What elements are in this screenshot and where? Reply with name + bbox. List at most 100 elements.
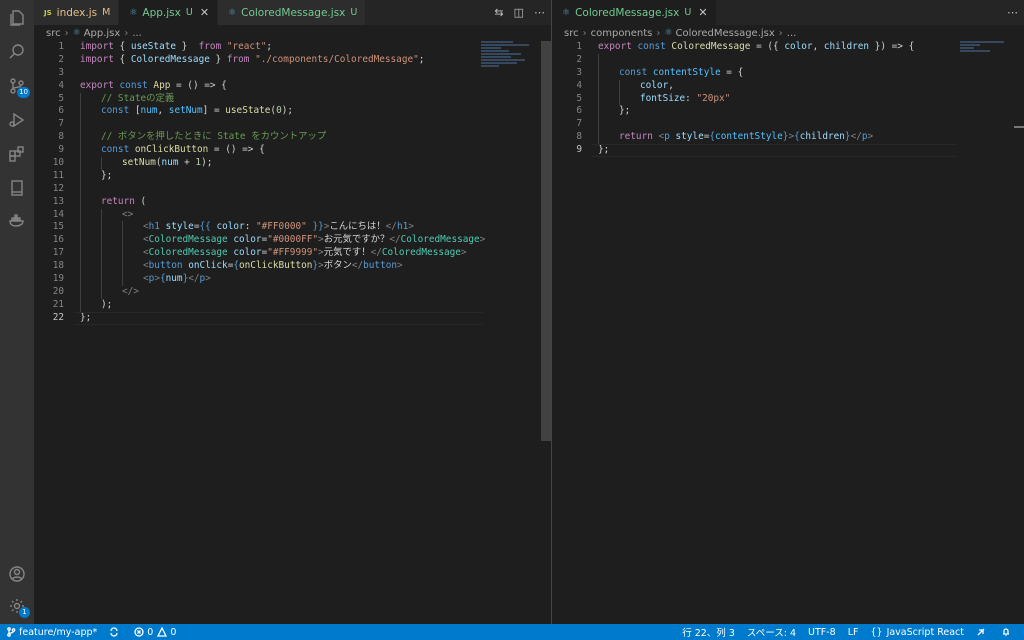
code-token: <p>{num}</p> [143, 273, 211, 286]
code-line: 3 [34, 67, 551, 80]
tab-colored-message-jsx[interactable]: ⚛ ColoredMessage.jsx U [218, 0, 367, 25]
code-token: export [598, 41, 632, 52]
more-actions-icon[interactable]: ⋯ [1007, 6, 1018, 19]
code-token: "#FF9999" [267, 247, 319, 259]
code-token: useState [130, 41, 176, 52]
code-token: onClickButton [134, 144, 209, 156]
docker-icon[interactable] [0, 204, 34, 236]
code-token: {{ [199, 221, 211, 233]
code-line: 20 </> [34, 285, 551, 299]
code-token: const [101, 105, 130, 117]
language-mode[interactable]: {} JavaScript React [864, 625, 970, 639]
indentation[interactable]: スペース: 4 [741, 625, 802, 639]
code-token: children [799, 131, 845, 143]
code-token: > [479, 234, 486, 246]
breadcrumb-item[interactable]: ... [132, 28, 142, 39]
sync-icon [110, 627, 118, 637]
breadcrumb-item[interactable]: src [564, 28, 579, 39]
settings-gear-icon[interactable]: 1 [0, 590, 34, 622]
code-token: h1 [396, 221, 409, 233]
code-token: }; [101, 170, 112, 183]
code-token: </ [389, 234, 401, 246]
more-actions-icon[interactable]: ⋯ [534, 6, 545, 19]
code-token: ; [266, 41, 273, 52]
code-token: ColoredMessage [671, 41, 751, 52]
braces-icon: {} [870, 626, 883, 638]
code-token: > [205, 273, 211, 285]
code-editor[interactable]: 1 export const ColoredMessage = ({ color,… [552, 41, 1024, 157]
line-number: 18 [52, 260, 64, 272]
minimap[interactable] [481, 41, 537, 81]
chevron-right-icon: › [582, 27, 587, 39]
code-token: // ボタンを押したときに State をカウントアップ [101, 131, 326, 144]
branch-indicator[interactable]: feature/my-app* [0, 627, 103, 638]
code-token: return [101, 195, 135, 207]
breadcrumb: src › components › ⚛ ColoredMessage.jsx … [552, 25, 1024, 41]
code-token: = ({ [756, 41, 779, 52]
indent-guide [122, 247, 123, 261]
react-file-icon: ⚛ [72, 28, 81, 38]
search-icon[interactable] [0, 36, 34, 68]
run-debug-icon[interactable] [0, 104, 34, 136]
breadcrumb-item[interactable]: ... [787, 28, 797, 39]
chevron-right-icon: › [656, 27, 661, 39]
code-token: </> [122, 285, 139, 297]
code-token: const [101, 144, 130, 156]
indent-guide [598, 79, 599, 93]
breadcrumb-item[interactable]: App.jsx [84, 28, 121, 39]
code-token: setNum [122, 157, 156, 169]
open-changes-icon[interactable]: ⇆ [494, 6, 503, 19]
code-token: button [363, 260, 398, 272]
line-number: 6 [58, 105, 64, 117]
tab-colored-message-jsx[interactable]: ⚛ ColoredMessage.jsx U ✕ [552, 0, 717, 25]
indent-guide [80, 131, 81, 145]
extensions-icon[interactable] [0, 138, 34, 170]
code-line: 7 [34, 118, 551, 132]
editor-group-left: JS index.js M ⚛ App.jsx U ✕ ⚛ ColoredMes… [34, 0, 551, 624]
close-icon[interactable]: ✕ [698, 6, 707, 19]
sync-button[interactable] [103, 627, 128, 638]
split-editor-icon[interactable]: ◫ [514, 6, 524, 19]
branch-name: feature/my-app* [19, 626, 98, 638]
code-token: color [784, 41, 813, 52]
error-count: 0 [147, 626, 154, 638]
code-token: onClickButton [239, 260, 313, 272]
activity-bar: 10 1 [0, 0, 34, 624]
notifications-button[interactable] [995, 625, 1020, 639]
breadcrumb-item[interactable]: ColoredMessage.jsx [675, 28, 774, 39]
indent-guide [80, 247, 81, 261]
breadcrumb-item[interactable]: components [591, 28, 653, 39]
source-control-icon[interactable]: 10 [0, 70, 34, 102]
indent-guide [122, 273, 123, 286]
problems-indicator[interactable]: 0 0 [128, 627, 182, 638]
feedback-button[interactable] [970, 625, 995, 639]
breadcrumb-item[interactable]: src [46, 28, 61, 39]
code-editor[interactable]: 1 import { useState } from "react"; 2 impo… [34, 41, 551, 325]
code-token: "#0000FF" [267, 234, 319, 246]
line-number: 3 [576, 66, 582, 78]
code-token: }; [101, 169, 113, 181]
code-line: 2 [552, 53, 1024, 67]
vertical-scrollbar[interactable] [541, 41, 551, 441]
code-line: 5 // Stateの定義 [34, 92, 551, 106]
encoding[interactable]: UTF-8 [802, 625, 842, 639]
line-number: 7 [576, 118, 582, 130]
cursor-position[interactable]: 行 22、列 3 [676, 625, 741, 639]
line-number: 11 [52, 169, 64, 181]
indent-guide [598, 105, 599, 119]
line-number: 10 [52, 157, 64, 169]
explorer-icon[interactable] [0, 2, 34, 34]
tab-app-jsx[interactable]: ⚛ App.jsx U ✕ [119, 0, 219, 25]
end-of-line[interactable]: LF [842, 625, 865, 639]
code-token: ColoredMessage [130, 53, 210, 65]
tab-index-js[interactable]: JS index.js M [34, 0, 120, 25]
minimap[interactable] [960, 41, 1016, 81]
close-icon[interactable]: ✕ [200, 6, 209, 19]
line-number: 14 [52, 208, 64, 220]
code-token: ); [101, 298, 113, 310]
code-token: import [80, 53, 114, 65]
account-icon[interactable] [0, 558, 34, 590]
code-token: color [233, 247, 262, 259]
book-icon[interactable] [0, 172, 34, 204]
line-number: 9 [58, 144, 64, 156]
